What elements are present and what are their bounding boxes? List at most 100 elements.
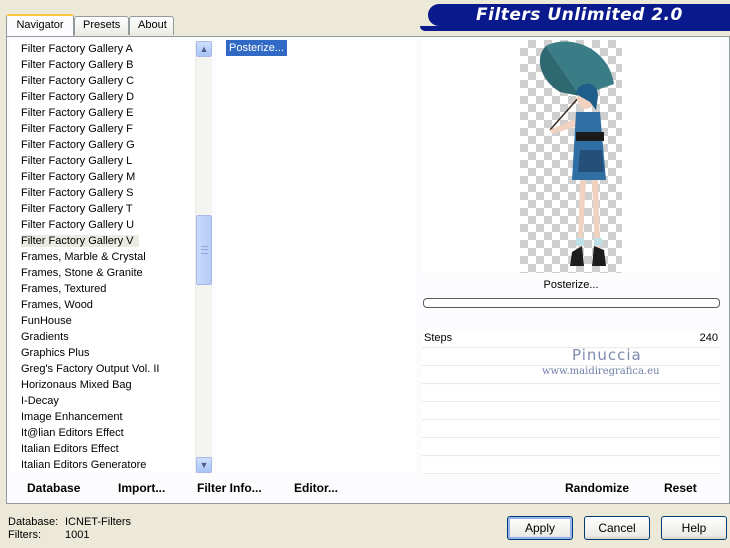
status-filters-label: Filters: (8, 529, 41, 541)
category-item-label: Frames, Stone & Granite (21, 267, 143, 279)
param-row-steps[interactable]: Steps 240 (422, 331, 720, 348)
filter-item-selected[interactable]: Posterize... (226, 40, 288, 56)
category-item[interactable]: Filter Factory Gallery G (11, 137, 195, 153)
category-item-label: Italian Editors Effect (21, 443, 119, 455)
category-item[interactable]: Frames, Marble & Crystal (11, 249, 195, 265)
category-item[interactable]: Frames, Textured (11, 281, 195, 297)
category-item[interactable]: FunHouse (11, 313, 195, 329)
category-item[interactable]: Filter Factory Gallery L (11, 153, 195, 169)
category-item-label: Filter Factory Gallery C (21, 75, 135, 87)
status-database-label: Database: (8, 516, 59, 528)
preview-filter-name: Posterize... (543, 279, 599, 291)
param-value[interactable]: 240 (700, 332, 718, 344)
category-item[interactable]: Italian Editors Effect (11, 441, 195, 457)
category-item[interactable]: Frames, Wood (11, 297, 195, 313)
category-item-label: Gradients (21, 331, 69, 343)
category-item[interactable]: Gradients (11, 329, 195, 345)
param-row-empty (422, 421, 720, 438)
category-item-label: Filter Factory Gallery A (21, 43, 133, 55)
category-item[interactable]: I-Decay (11, 393, 195, 409)
category-list[interactable]: Filter Factory Gallery A Filter Factory G… (10, 40, 212, 473)
category-item[interactable]: Horizonaus Mixed Bag (11, 377, 195, 393)
database-button[interactable]: Database (27, 481, 80, 495)
category-item-label: Horizonaus Mixed Bag (21, 379, 132, 391)
category-item-label: Frames, Marble & Crystal (21, 251, 146, 263)
category-item-label: Filter Factory Gallery S (21, 187, 134, 199)
param-row-empty (422, 385, 720, 402)
category-item[interactable]: Frames, Stone & Granite (11, 265, 195, 281)
category-item[interactable]: Filter Factory Gallery T (11, 201, 195, 217)
param-row-empty (422, 439, 720, 456)
randomize-button[interactable]: Randomize (565, 481, 629, 495)
category-item-label: Italian Editors Generatore (21, 459, 147, 471)
category-item[interactable]: Filter Factory Gallery C (11, 73, 195, 89)
category-item-label: I-Decay (21, 395, 59, 407)
category-item[interactable]: Italian Editors Generatore (11, 457, 195, 471)
param-row-empty (422, 349, 720, 366)
status-filters-value: 1001 (65, 529, 90, 541)
scroll-down-button[interactable]: ▼ (196, 457, 212, 473)
filter-list[interactable]: Posterize... (216, 40, 416, 472)
category-item-label: Graphics Plus (21, 347, 90, 359)
category-item-label: Filter Factory Gallery U (21, 219, 135, 231)
category-item-label: Filter Factory Gallery D (21, 91, 135, 103)
category-item-label: Frames, Wood (21, 299, 93, 311)
app-title: Filters Unlimited 2.0 (428, 4, 730, 26)
category-item-label: Filter Factory Gallery G (21, 139, 135, 151)
category-item[interactable]: Filter Factory Gallery B (11, 57, 195, 73)
import-button[interactable]: Import... (118, 481, 165, 495)
cancel-button[interactable]: Cancel (584, 516, 650, 540)
category-item-label: Filter Factory Gallery V (21, 235, 140, 247)
tab-navigator[interactable]: Navigator (6, 14, 74, 36)
category-item-label: Filter Factory Gallery E (21, 107, 134, 119)
category-item[interactable]: Filter Factory Gallery U (11, 217, 195, 233)
category-item[interactable]: Graphics Plus (11, 345, 195, 361)
reset-button[interactable]: Reset (664, 481, 697, 495)
apply-button[interactable]: Apply (507, 516, 573, 540)
param-row-empty (422, 403, 720, 420)
scroll-up-button[interactable]: ▲ (196, 41, 212, 57)
category-item[interactable]: Filter Factory Gallery A (11, 41, 195, 57)
editor-button[interactable]: Editor... (294, 481, 338, 495)
category-item-label: Image Enhancement (21, 411, 123, 423)
help-button[interactable]: Help (661, 516, 727, 540)
category-item[interactable]: Image Enhancement (11, 409, 195, 425)
category-item[interactable]: Filter Factory Gallery F (11, 121, 195, 137)
category-item-label: Frames, Textured (21, 283, 107, 295)
tab-presets[interactable]: Presets (74, 16, 129, 35)
category-item-label: Greg's Factory Output Vol. II (21, 363, 160, 375)
filter-info-button[interactable]: Filter Info... (197, 481, 262, 495)
category-item-label: Filter Factory Gallery F (21, 123, 133, 135)
category-items: Filter Factory Gallery A Filter Factory G… (11, 41, 195, 471)
grip-icon (201, 246, 208, 254)
preview-image (520, 40, 622, 273)
category-item-label: Filter Factory Gallery L (21, 155, 133, 167)
category-item-label: FunHouse (21, 315, 72, 327)
chevron-down-icon: ▼ (199, 460, 209, 470)
category-item-label: Filter Factory Gallery T (21, 203, 133, 215)
category-item[interactable]: Filter Factory Gallery V (11, 233, 195, 249)
scroll-thumb[interactable] (196, 215, 212, 285)
category-item[interactable]: Filter Factory Gallery M (11, 169, 195, 185)
watermark-name: Pinuccia (572, 346, 642, 364)
category-scrollbar[interactable]: ▲ ▼ (195, 41, 212, 473)
watermark-url: www.maidiregrafica.eu (542, 366, 660, 377)
category-item[interactable]: Filter Factory Gallery D (11, 89, 195, 105)
status-database-value: ICNET-Filters (65, 516, 131, 528)
tab-bar: Navigator Presets About (6, 14, 426, 36)
geisha-figure-image (539, 41, 614, 266)
chevron-up-icon: ▲ (199, 44, 209, 54)
category-item[interactable]: Filter Factory Gallery S (11, 185, 195, 201)
category-item-label: Filter Factory Gallery B (21, 59, 134, 71)
banner-stripe (420, 26, 730, 31)
category-item[interactable]: It@lian Editors Effect (11, 425, 195, 441)
param-row-empty (422, 457, 720, 474)
category-item[interactable]: Filter Factory Gallery E (11, 105, 195, 121)
category-item-label: It@lian Editors Effect (21, 427, 124, 439)
preview-area (422, 40, 720, 273)
category-item[interactable]: Greg's Factory Output Vol. II (11, 361, 195, 377)
tab-about[interactable]: About (129, 16, 174, 35)
category-item-label: Filter Factory Gallery M (21, 171, 136, 183)
param-label: Steps (424, 332, 453, 344)
progress-bar (423, 298, 720, 308)
